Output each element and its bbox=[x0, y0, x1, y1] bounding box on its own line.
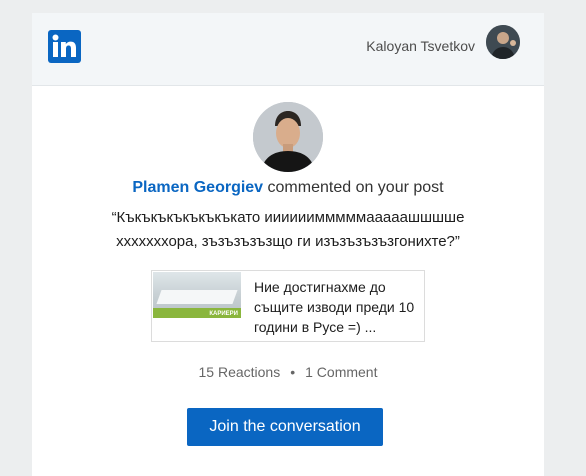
join-conversation-button[interactable]: Join the conversation bbox=[187, 408, 383, 446]
thumbnail-table-shape bbox=[156, 290, 238, 304]
comments-link[interactable]: 1 Comment bbox=[305, 364, 377, 380]
stats-separator: • bbox=[290, 364, 296, 380]
commenter-avatar[interactable] bbox=[253, 102, 323, 172]
post-stats: 15 Reactions • 1 Comment bbox=[32, 364, 544, 380]
comment-text: “Къкъкъкъкъкъкъкато иииииимммммааааашшшш… bbox=[111, 209, 465, 250]
email-card: Kaloyan Tsvetkov Plamen Georgiev comment… bbox=[32, 13, 544, 476]
shared-post-thumbnail: КАРИЕРИ bbox=[153, 272, 241, 318]
action-text: commented on your post bbox=[263, 179, 444, 196]
notification-headline: Plamen Georgiev commented on your post bbox=[32, 179, 544, 197]
linkedin-icon bbox=[52, 34, 76, 57]
person-photo-icon bbox=[253, 102, 323, 172]
actor-name-link[interactable]: Plamen Georgiev bbox=[132, 179, 263, 196]
recipient-avatar[interactable] bbox=[486, 25, 520, 59]
email-header: Kaloyan Tsvetkov bbox=[32, 13, 544, 86]
shared-post-card[interactable]: КАРИЕРИ Ние достигнахме до същите изводи… bbox=[151, 270, 425, 342]
shared-post-text: Ние достигнахме до същите изводи преди 1… bbox=[254, 279, 415, 335]
recipient-name: Kaloyan Tsvetkov bbox=[366, 38, 475, 54]
person-photo-icon bbox=[486, 25, 520, 59]
linkedin-logo[interactable] bbox=[48, 30, 81, 63]
thumbnail-tag: КАРИЕРИ bbox=[209, 311, 238, 317]
reactions-link[interactable]: 15 Reactions bbox=[199, 364, 281, 380]
